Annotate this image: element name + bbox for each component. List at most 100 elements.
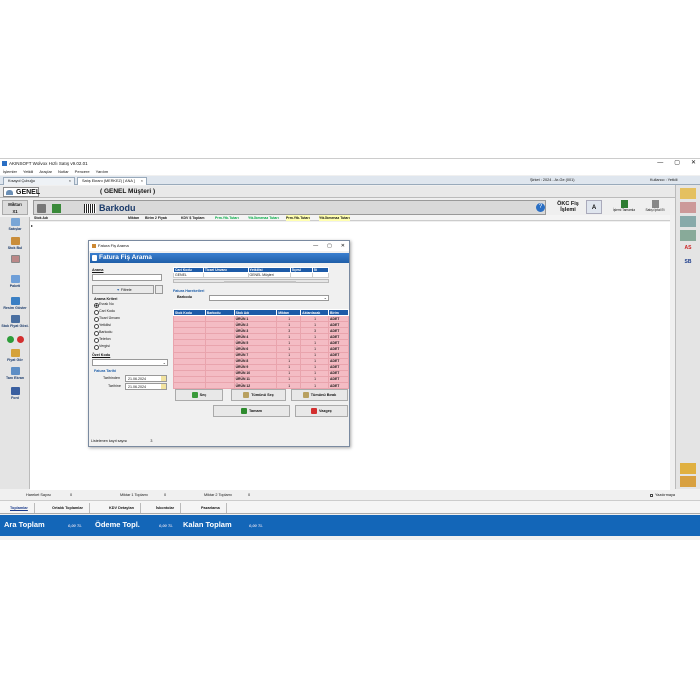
criterion-evrak-no[interactable]: Evrak No <box>94 302 114 308</box>
criterion-barkodu[interactable]: Barkodu <box>94 330 112 336</box>
full-screen-button[interactable]: Tanı Ekran <box>1 367 29 380</box>
package-button[interactable]: Paketi <box>1 275 29 288</box>
plus-minus-buttons[interactable] <box>1 336 29 344</box>
cell-miktari: 1 <box>276 382 302 390</box>
find-stock-button[interactable]: Stok Bul <box>1 237 29 250</box>
plus-icon[interactable] <box>6 336 14 343</box>
search-input[interactable] <box>92 274 162 281</box>
menu-notlar[interactable]: Notlar <box>58 168 69 175</box>
right-tool-3[interactable] <box>680 216 696 227</box>
customer-table[interactable]: Cari Kodu Ticari Ünvanı Yetkilisi İlçesi… <box>173 267 329 278</box>
col-kdv-toplam[interactable]: KDV $ Toplam <box>181 215 204 221</box>
okc-fis-islemi[interactable]: ÖKC Fiş İşlemi <box>553 199 583 215</box>
window-title: AKINSOFT Wolvox Hızlı Satış v9.02.01 <box>9 161 88 166</box>
help-icon[interactable]: ? <box>536 203 545 212</box>
calendar-icon[interactable] <box>161 376 166 381</box>
scrollbar-thumb[interactable] <box>224 280 296 283</box>
complete-button[interactable]: İşlemi Tamamla <box>611 200 637 215</box>
right-tool-4[interactable] <box>680 230 696 241</box>
customer-code-box[interactable]: GENEL <box>3 187 40 197</box>
clear-filter-button[interactable] <box>155 285 163 294</box>
select-button[interactable]: Seç <box>175 389 223 401</box>
criterion-ticari-unvani[interactable]: Ticari Ünvanı <box>94 316 120 322</box>
scan-icon <box>10 255 20 263</box>
minimize-button[interactable]: — <box>657 159 663 168</box>
font-button[interactable]: Font <box>1 387 29 400</box>
quantity-box[interactable]: Miktarı X1 <box>2 200 28 215</box>
right-tool-2[interactable] <box>680 202 696 213</box>
weight-icon[interactable] <box>52 204 61 213</box>
deselect-all-label: Tümünü Bırak <box>310 393 337 397</box>
sb-button[interactable]: SB <box>680 257 696 268</box>
as-button[interactable]: AS <box>680 243 696 254</box>
dialog-minimize-button[interactable]: — <box>313 241 318 251</box>
tab-ortalik[interactable]: Ortalık Toplamlar <box>46 503 90 513</box>
tab-kisayol[interactable]: Kısayol Çubuğu × <box>3 177 75 185</box>
menu-islemler[interactable]: İşlemler <box>3 168 17 175</box>
col-prm-tutar[interactable]: Prm.Ytk.Tutarı <box>215 215 239 221</box>
col-birim-fiyati[interactable]: Birim 2 Fiyatı <box>145 215 167 221</box>
price-view-button[interactable]: Fiyat Gör <box>1 349 29 362</box>
show-image-button[interactable]: Resim Göster <box>1 297 29 310</box>
criterion-vergisi[interactable]: Vergisi <box>94 344 110 350</box>
col-ytk-tutar[interactable]: Ytk.İkmenaz Tutarı <box>248 215 279 221</box>
cell-stok-kodu <box>173 382 206 390</box>
table-row[interactable]: GENEL GENEL Müşteri <box>173 272 329 278</box>
invoice-items-table[interactable]: Stok Kodu Barkodu Stok Adı Miktarı Aktar… <box>173 309 349 390</box>
criterion-yetkilisi[interactable]: Yetkilisi <box>94 323 111 329</box>
barcode-filter-select[interactable]: ⌄ <box>209 295 329 301</box>
tab-satis-ekrani[interactable]: Satış Ekranı (MERKEZ) [ ANA ] × <box>77 177 147 185</box>
pin-icon[interactable] <box>37 204 46 213</box>
cancel-sale-button[interactable]: Satışı İptal Et <box>642 200 668 215</box>
tab-pazarlama[interactable]: Pazarlama <box>195 503 227 513</box>
cancel-button[interactable]: Vazgeç <box>295 405 348 417</box>
find-stock-label: Stok Bul <box>7 246 23 250</box>
criterion-cari-kodu[interactable]: Cari Kodu <box>94 309 115 315</box>
tag-icon <box>10 349 20 357</box>
sales-button[interactable]: Satışlar <box>1 218 29 231</box>
user-tool-2[interactable] <box>680 476 696 487</box>
scan-button[interactable] <box>1 255 29 264</box>
tab-kdv[interactable]: KDV Detayları <box>103 503 142 513</box>
tab-iskontolar[interactable]: İskontolar <box>150 503 182 513</box>
menu-pencere[interactable]: Pencere <box>75 168 90 175</box>
filter-button[interactable]: ▼ Filtrele <box>92 285 154 294</box>
calendar-icon[interactable] <box>161 384 166 389</box>
user-tool-1[interactable] <box>680 463 696 474</box>
dialog-close-button[interactable]: ✕ <box>341 241 345 251</box>
col-prm-tutar-2[interactable]: Prm.Ytk.Tutarı <box>286 215 310 221</box>
menu-yetkili[interactable]: Yetkili <box>23 168 33 175</box>
menu-araclar[interactable]: Araçlar <box>39 168 52 175</box>
minus-icon[interactable] <box>16 336 24 343</box>
close-icon[interactable]: × <box>69 178 71 185</box>
table-row[interactable]: ÜRÜN 12 1 1 ADET <box>173 382 349 390</box>
close-button[interactable]: ✕ <box>691 159 696 168</box>
stock-price-button[interactable]: Stok Fiyat Göst. <box>1 315 29 328</box>
barcode-input[interactable]: Barkodu ? <box>33 200 546 215</box>
maximize-button[interactable]: ▢ <box>674 159 680 168</box>
select-all-button[interactable]: Tümünü Seç <box>231 389 286 401</box>
special-code-select[interactable]: ⌄ <box>92 359 168 366</box>
ok-button[interactable]: Tamam <box>213 405 290 417</box>
col-miktari[interactable]: Miktarı <box>128 215 139 221</box>
ara-toplam-label: Ara Toplam <box>4 520 45 529</box>
date-to-input[interactable]: 21.06.2024 <box>125 383 167 390</box>
bottom-tabs: Toplamlar Ortalık Toplamlar KDV Detaylar… <box>0 500 700 514</box>
customer-table-scrollbar[interactable] <box>173 279 329 283</box>
criterion-telefon[interactable]: Telefon <box>94 337 111 343</box>
close-icon[interactable]: × <box>141 178 143 185</box>
miktar2-value: 0 <box>248 493 251 497</box>
date-from-input[interactable]: 21.06.2024 <box>125 375 167 382</box>
right-tool-1[interactable] <box>680 188 696 199</box>
invoice-search-dialog: Fatura Fiş Arama — ▢ ✕ Fatura Fiş Arama … <box>88 240 350 447</box>
a-button[interactable]: A <box>586 200 602 214</box>
col-ytk-tutar-2[interactable]: Ytk.İkmenaz Tutarı <box>319 215 350 221</box>
miktar1-label: Miktar 1 Toplamı <box>120 493 148 497</box>
tab-toplamlar[interactable]: Toplamlar <box>4 503 35 513</box>
hareket-label: Hareket Sayısı <box>26 493 51 497</box>
menu-yardim[interactable]: Yardım <box>96 168 109 175</box>
deselect-all-button[interactable]: Tümünü Bırak <box>291 389 348 401</box>
col-stok-adi[interactable]: Stok Adı <box>34 215 48 221</box>
row-indicator-icon: ▸ <box>31 223 34 228</box>
dialog-maximize-button[interactable]: ▢ <box>327 241 332 251</box>
